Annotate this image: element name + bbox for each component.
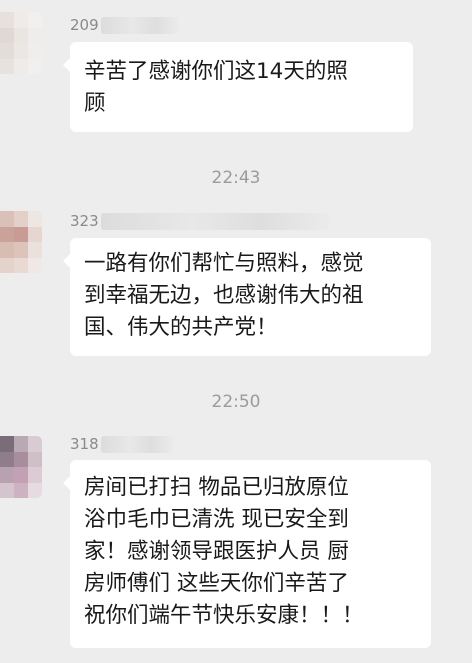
mosaic-cell [28,27,42,43]
mosaic-cell [14,467,28,483]
mosaic-cell [28,43,42,59]
mosaic-cell [0,482,14,498]
message-line: 到幸福无边，也感谢伟大的祖 [84,283,364,308]
mosaic-cell [28,257,42,273]
redacted-name [100,436,173,453]
mosaic-cell [0,27,14,43]
mosaic-cell [0,451,14,467]
message-line: 房间已打扫 物品已归放原位 [84,475,349,500]
mosaic-cell [14,451,28,467]
message-bubble[interactable]: 辛苦了感谢你们这14天的照 顾 [63,42,413,132]
mosaic-cell [14,43,28,59]
message-line: 祝你们端午节快乐安康！！！ [84,603,364,628]
sender-id: 318 [70,435,99,453]
mosaic-cell [0,58,14,74]
pixelated-avatar-image [0,436,42,498]
message-line: 房师傅们 这些天你们辛苦了 [84,571,349,596]
mosaic-cell [0,242,14,258]
avatar[interactable] [0,436,42,498]
avatar[interactable] [0,12,42,74]
mosaic-cell [28,211,42,227]
message-line: 浴巾毛巾已清洗 现已安全到 [84,507,349,532]
mosaic-cell [0,467,14,483]
timestamp: 22:43 [211,168,261,188]
mosaic-cell [28,12,42,28]
mosaic-cell [14,12,28,28]
message-line: 国、伟大的共产党！ [84,315,278,340]
mosaic-cell [0,211,14,227]
mosaic-cell [14,211,28,227]
mosaic-cell [28,451,42,467]
redacted-name [100,213,329,230]
redacted-name [100,17,179,34]
mosaic-cell [14,242,28,258]
sender-id: 209 [70,16,99,34]
mosaic-cell [14,436,28,452]
sender-name: 318 [70,433,173,455]
mosaic-cell [28,226,42,242]
mosaic-cell [28,436,42,452]
mosaic-cell [28,467,42,483]
message-line: 辛苦了感谢你们这14天的照 [84,59,348,84]
pixelated-avatar-image [0,211,42,273]
mosaic-cell [0,12,14,28]
message-line: 一路有你们帮忙与照料，感觉 [84,251,364,276]
mosaic-cell [14,27,28,43]
mosaic-cell [28,58,42,74]
pixelated-avatar-image [0,12,42,74]
mosaic-cell [0,436,14,452]
message-line: 顾 [84,91,106,116]
message-bubble[interactable]: 房间已打扫 物品已归放原位 浴巾毛巾已清洗 现已安全到 家！感谢领导跟医护人员 … [63,460,431,648]
mosaic-cell [14,226,28,242]
mosaic-cell [0,257,14,273]
mosaic-cell [28,242,42,258]
sender-name: 323 [70,210,329,232]
avatar[interactable] [0,211,42,273]
mosaic-cell [28,482,42,498]
timestamp: 22:50 [211,392,261,412]
mosaic-cell [0,43,14,59]
sender-id: 323 [70,212,99,230]
message-line: 家！感谢领导跟医护人员 厨 [84,539,349,564]
mosaic-cell [14,482,28,498]
mosaic-cell [0,226,14,242]
sender-name: 209 [70,14,179,36]
mosaic-cell [14,58,28,74]
message-bubble[interactable]: 一路有你们帮忙与照料，感觉 到幸福无边，也感谢伟大的祖 国、伟大的共产党！ [63,238,431,356]
mosaic-cell [14,257,28,273]
